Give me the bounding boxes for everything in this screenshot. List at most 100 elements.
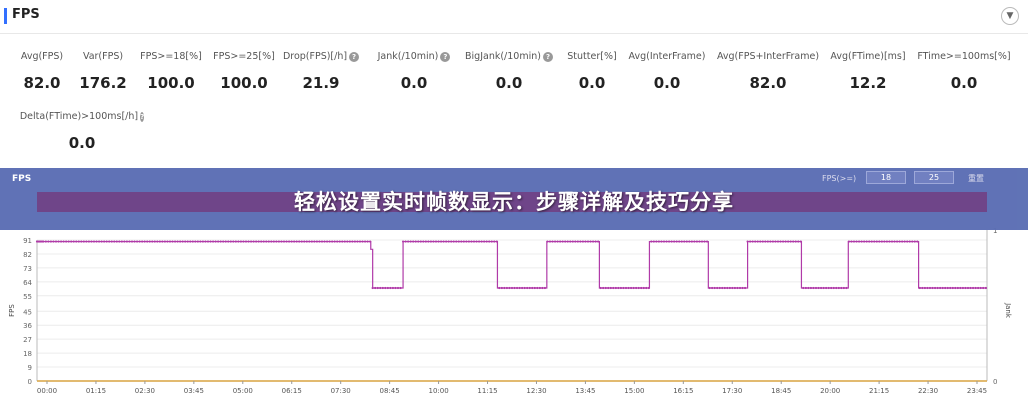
fps-data-point (260, 240, 263, 243)
fps-data-point (480, 240, 483, 243)
metric-value: 0.0 (950, 74, 978, 92)
fps-data-point (961, 286, 965, 290)
fps-data-point (781, 240, 785, 243)
fps-data-point (247, 240, 250, 243)
fps-data-point (759, 240, 762, 243)
fps-data-point (941, 286, 944, 290)
fps-data-point (396, 286, 400, 290)
fps-data-point (70, 240, 73, 243)
fps-data-point (460, 240, 463, 243)
fps-data-point (338, 240, 341, 243)
fps-data-point (429, 240, 433, 243)
fps-data-point (424, 240, 427, 243)
fps-data-point (873, 240, 876, 243)
fps-data-point (62, 240, 65, 243)
fps-data-point (809, 286, 813, 290)
fps-data-point (206, 240, 210, 243)
fps-data-point (842, 286, 845, 290)
fps-chart: 09182736455564738291FPS Jank0100:00 01:15 0… (8, 228, 1012, 395)
fps-data-point (242, 240, 245, 243)
fps-data-point (640, 286, 643, 290)
fps-data-point (794, 240, 797, 243)
fps-data-point (470, 240, 473, 243)
fps-data-point (723, 286, 726, 290)
fps-data-point (893, 240, 896, 243)
fps-data-point (982, 286, 985, 290)
reset-button[interactable]: 重置 (968, 173, 984, 184)
fps-data-point (156, 240, 159, 243)
fps-data-point (472, 240, 476, 243)
chevron-down-icon[interactable]: ▼ (1001, 7, 1019, 25)
fps-data-point (878, 240, 881, 243)
fps-data-point (731, 286, 734, 290)
fps-data-point (313, 240, 316, 243)
fps-data-point (201, 240, 205, 243)
x-tick-label: 23:45 (967, 387, 987, 395)
fps-data-point (328, 240, 331, 243)
metric-value: 0.0 (68, 134, 96, 152)
fps-data-point (784, 240, 787, 243)
fps-filter-25[interactable]: 25 (914, 171, 954, 184)
fps-filter-18[interactable]: 18 (866, 171, 906, 184)
metric-delta-ftime-100ms-h: Delta(FTime)>100ms[/h]? 0.0 (19, 111, 145, 152)
section-accent-bar (4, 8, 7, 24)
fps-series-line (37, 240, 987, 289)
fps-data-point (561, 240, 564, 243)
fps-data-point (133, 240, 136, 243)
fps-data-point (105, 240, 108, 243)
fps-data-point (173, 240, 177, 243)
metric-label: FTime>=100ms[%] (917, 51, 1011, 62)
fps-data-point (855, 240, 858, 243)
fps-data-point (239, 240, 243, 243)
fps-data-point (738, 286, 742, 290)
fps-data-point (407, 240, 410, 243)
fps-data-point (974, 286, 977, 290)
fps-data-point (54, 240, 58, 243)
fps-data-point (597, 240, 600, 243)
fps-data-point (875, 240, 878, 243)
fps-data-point (926, 286, 929, 290)
fps-data-point (860, 240, 863, 243)
fps-data-point (971, 286, 975, 290)
fps-data-point (865, 240, 868, 243)
fps-data-point (371, 286, 374, 290)
fps-data-point (617, 286, 620, 290)
fps-data-point (485, 240, 488, 243)
fps-data-point (244, 240, 248, 243)
fps-data-point (977, 286, 980, 290)
fps-data-point (305, 240, 308, 243)
fps-data-point (224, 240, 227, 243)
fps-data-point (951, 286, 954, 290)
fps-data-point (47, 240, 50, 243)
fps-data-point (42, 240, 45, 243)
fps-data-point (59, 240, 63, 243)
fps-data-point (234, 240, 237, 243)
fps-data-point (490, 240, 493, 243)
fps-data-point (90, 240, 93, 243)
fps-data-point (82, 240, 85, 243)
fps-data-point (417, 240, 420, 243)
help-icon[interactable]: ? (140, 111, 145, 122)
fps-data-point (700, 240, 704, 243)
fps-data-point (194, 240, 197, 243)
fps-data-point (75, 240, 78, 243)
fps-data-point (151, 240, 154, 243)
metric-label: Delta(FTime)>100ms[/h]? (19, 111, 145, 122)
fps-data-point (391, 286, 395, 290)
y-axis-label: FPS (8, 304, 16, 317)
fps-data-point (569, 240, 572, 243)
fps-data-point (538, 286, 541, 290)
fps-data-point (401, 240, 405, 243)
fps-data-point (690, 240, 693, 243)
fps-data-point (49, 240, 53, 243)
fps-data-point (870, 240, 873, 243)
fps-data-point (237, 240, 240, 243)
fps-data-point (746, 240, 749, 243)
fps-data-point (928, 286, 932, 290)
fps-data-point (908, 240, 911, 243)
fps-data-point (179, 240, 182, 243)
x-tick-label: 13:45 (575, 387, 595, 395)
fps-data-point (868, 240, 871, 243)
fps-data-point (87, 240, 91, 243)
fps-data-point (92, 240, 96, 243)
